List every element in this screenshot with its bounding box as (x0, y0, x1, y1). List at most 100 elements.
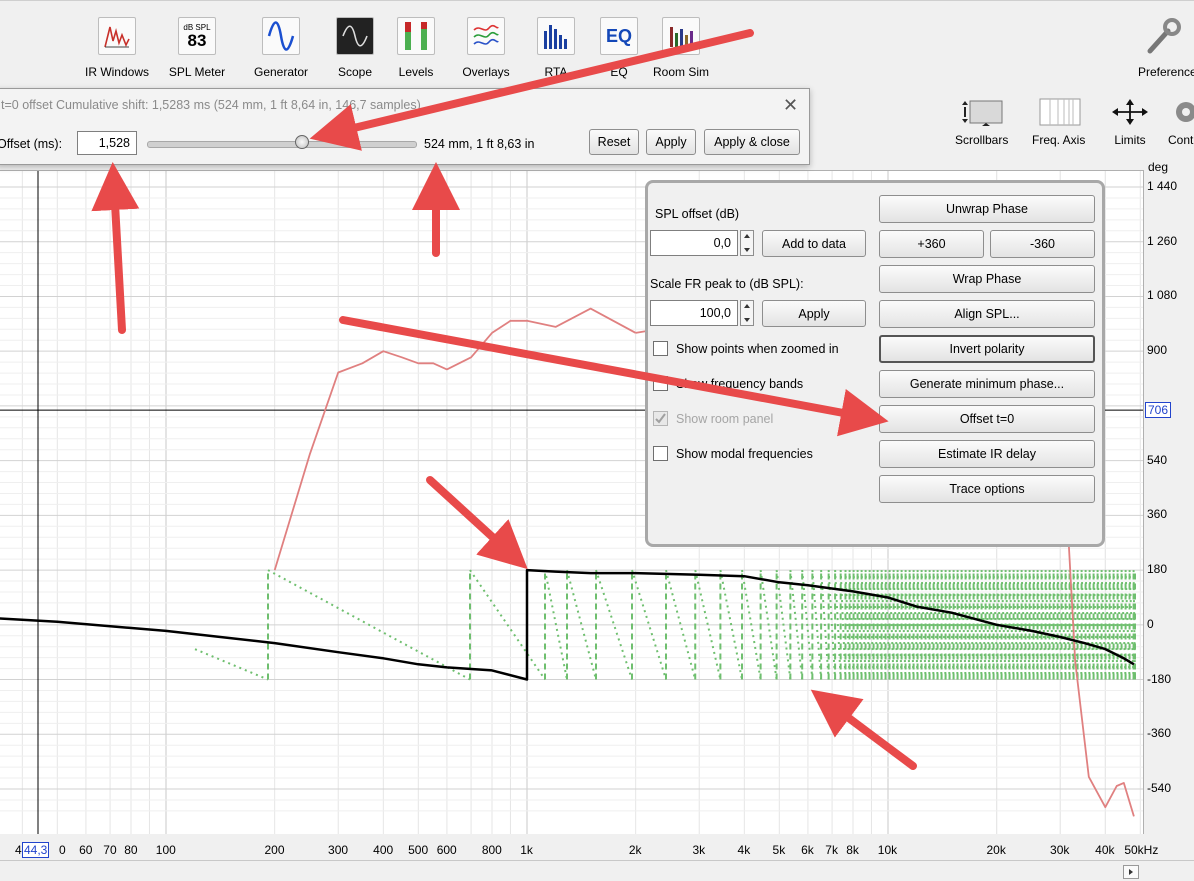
scroll-right-button[interactable] (1123, 865, 1139, 879)
ir-windows-icon (98, 17, 136, 55)
generate-minimum-phase-button[interactable]: Generate minimum phase... (879, 370, 1095, 398)
y-axis-unit: deg (1148, 160, 1169, 174)
add-to-data-button[interactable]: Add to data (762, 230, 866, 257)
show-frequency-bands-label: Show frequency bands (676, 376, 804, 391)
x-tick-label: 100 (155, 843, 176, 857)
x-tick-label: 300 (328, 843, 349, 857)
y-tick-label: -360 (1147, 726, 1172, 741)
scrollbars-icon (955, 97, 1008, 127)
y-tick-label: 360 (1147, 507, 1168, 522)
levels-label: Levels (398, 65, 434, 79)
x-tick-label: 2k (628, 843, 642, 857)
x-tick-label: 70 (103, 843, 117, 857)
show-room-panel-label: Show room panel (676, 411, 774, 426)
show-points-label: Show points when zoomed in (676, 341, 839, 356)
offset-distance: 524 mm, 1 ft 8,63 in (424, 137, 535, 151)
trace-options-button[interactable]: Trace options (879, 475, 1095, 503)
limits-button[interactable]: Limits (1108, 97, 1152, 147)
y-tick-label: -180 (1147, 671, 1172, 686)
preferences-button[interactable]: Preferences (1130, 17, 1194, 79)
show-modal-frequencies-label: Show modal frequencies (676, 446, 813, 461)
checkbox-box[interactable] (653, 376, 668, 391)
freq-axis-icon (1032, 97, 1085, 127)
minus-360-button[interactable]: -360 (990, 230, 1095, 258)
show-modal-frequencies-checkbox[interactable]: Show modal frequencies (653, 446, 813, 461)
spl-meter-label: SPL Meter (168, 65, 226, 79)
close-icon[interactable]: ✕ (783, 95, 798, 116)
spl-meter-value: 83 (187, 30, 207, 50)
offset-dialog: t=0 offset Cumulative shift: 1,5283 ms (… (0, 88, 810, 165)
spl-meter-icon: dB SPL 83 (178, 17, 216, 55)
wrap-phase-button[interactable]: Wrap Phase (879, 265, 1095, 293)
x-tick-label: 5k (772, 843, 786, 857)
spl-meter-button[interactable]: dB SPL 83 SPL Meter (158, 17, 236, 79)
y-tick-label: 900 (1147, 343, 1168, 358)
scrollbars-label: Scrollbars (955, 133, 1009, 147)
x-tick-label: 30k (1050, 843, 1070, 857)
freq-axis-button[interactable]: Freq. Axis (1032, 97, 1085, 147)
limits-icon (1108, 97, 1152, 127)
checkbox-box[interactable] (653, 341, 668, 356)
spl-offset-spinner[interactable] (740, 230, 754, 256)
room-sim-button[interactable]: Room Sim (642, 17, 720, 79)
x-tick-label: 3k (692, 843, 706, 857)
controls-panel: SPL offset (dB) 0,0 Add to data Scale FR… (645, 180, 1105, 547)
unwrap-phase-button[interactable]: Unwrap Phase (879, 195, 1095, 223)
generator-icon (262, 17, 300, 55)
y-cursor-readout: 706 (1145, 402, 1172, 418)
x-tick-label: 10k (877, 843, 898, 857)
y-tick-label: 1 440 (1147, 179, 1178, 193)
x-tick-label: 50kHz (1124, 843, 1159, 857)
y-tick-label: 180 (1147, 562, 1168, 577)
align-spl-button[interactable]: Align SPL... (879, 300, 1095, 328)
ir-windows-button[interactable]: IR Windows (78, 17, 156, 79)
generator-button[interactable]: Generator (242, 17, 320, 79)
spl-offset-input[interactable]: 0,0 (650, 230, 738, 256)
x-tick-label: 8k (846, 843, 859, 857)
y-tick-label: -540 (1147, 781, 1172, 795)
scrollbars-button[interactable]: Scrollbars (955, 97, 1008, 147)
scope-icon (336, 17, 374, 55)
scale-apply-button[interactable]: Apply (762, 300, 866, 327)
overlays-button[interactable]: Overlays (447, 17, 525, 79)
overlays-label: Overlays (462, 65, 510, 79)
spl-offset-label: SPL offset (dB) (655, 207, 740, 221)
x-tick-label: 1k (520, 843, 533, 857)
offset-t0-button[interactable]: Offset t=0 (879, 405, 1095, 433)
x-tick-label: 20k (986, 843, 1006, 857)
controls-button[interactable]: Controls (1168, 97, 1194, 147)
scale-fr-input[interactable]: 100,0 (650, 300, 738, 326)
x-tick-label: 7k (825, 843, 838, 857)
generator-label: Generator (253, 65, 309, 79)
scale-fr-spinner[interactable] (740, 300, 754, 326)
x-tick-label: 500 (408, 843, 429, 857)
plus-360-button[interactable]: +360 (879, 230, 984, 258)
y-tick-label: 1 080 (1147, 288, 1178, 303)
apply-button[interactable]: Apply (646, 129, 696, 155)
levels-button[interactable]: Levels (377, 17, 455, 79)
overlays-icon (467, 17, 505, 55)
horizontal-scrollbar[interactable] (0, 860, 1194, 880)
controls-label: Controls (1168, 133, 1194, 147)
apply-close-button[interactable]: Apply & close (704, 129, 800, 155)
show-points-checkbox[interactable]: Show points when zoomed in (653, 341, 839, 356)
show-room-panel-checkbox: Show room panel (653, 411, 773, 426)
x-tick-label: 800 (481, 843, 502, 857)
reset-button[interactable]: Reset (589, 129, 639, 155)
x-tick-partial: 4 (15, 843, 22, 857)
x-tick-label: 60 (79, 843, 93, 857)
offset-input[interactable]: 1,528 (77, 131, 137, 155)
offset-label: Offset (ms): (0, 137, 63, 151)
x-tick-label: 600 (436, 843, 457, 857)
x-tick-partial-after: 0 (59, 843, 66, 857)
offset-slider-track[interactable] (147, 141, 417, 148)
x-tick-label: 40k (1095, 843, 1115, 857)
estimate-ir-delay-button[interactable]: Estimate IR delay (879, 440, 1095, 468)
show-frequency-bands-checkbox[interactable]: Show frequency bands (653, 376, 803, 391)
rta-icon (537, 17, 575, 55)
limits-label: Limits (1114, 133, 1146, 147)
wrapped-phase-segment (194, 648, 269, 681)
checkbox-box[interactable] (653, 446, 668, 461)
room-sim-icon (662, 17, 700, 55)
invert-polarity-button[interactable]: Invert polarity (879, 335, 1095, 363)
